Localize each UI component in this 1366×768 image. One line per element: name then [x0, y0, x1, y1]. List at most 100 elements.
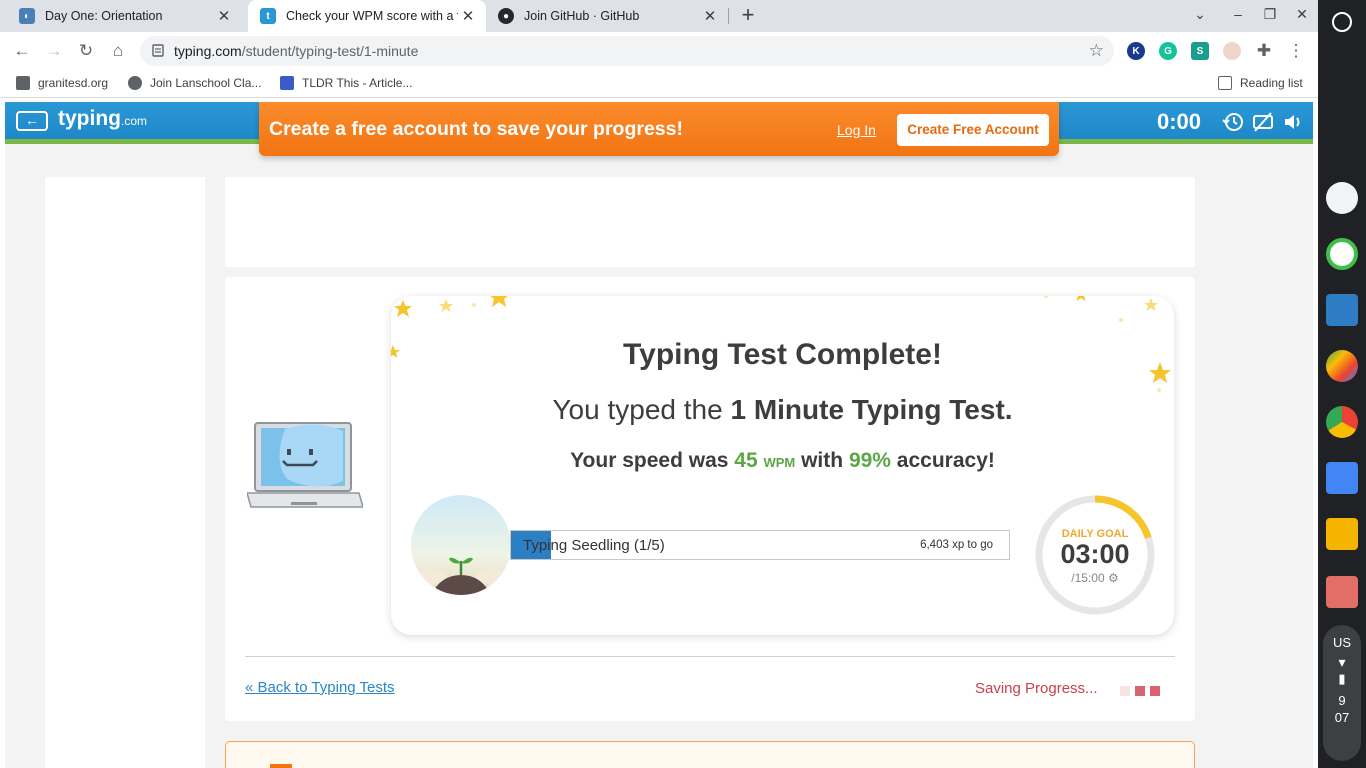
site-logo[interactable]: typing.com: [58, 107, 147, 131]
menu-kebab-icon[interactable]: ⋮: [1284, 39, 1308, 63]
extension-s-icon[interactable]: S: [1191, 42, 1209, 60]
bookmark-lanschool[interactable]: Join Lanschool Cla...: [128, 76, 261, 90]
bookmark-tldr[interactable]: TLDR This - Article...: [280, 76, 412, 90]
minimize-icon[interactable]: –: [1228, 6, 1248, 26]
extensions-puzzle-icon[interactable]: ✚: [1252, 39, 1276, 63]
with-text: with: [795, 449, 849, 472]
level-progress-bar: Typing Seedling (1/5) 6,403 xp to go: [510, 530, 1010, 560]
screen: ◐ Day One: Orientation ✕ t Check your WP…: [0, 0, 1366, 768]
wpm-value: 45: [734, 449, 758, 472]
keyboard-off-icon[interactable]: [1252, 111, 1274, 133]
bookmarks-bar: granitesd.org Join Lanschool Cla... TLDR…: [0, 70, 1318, 98]
restore-icon[interactable]: ❐: [1260, 6, 1280, 26]
app-play-store-icon[interactable]: [1326, 350, 1358, 382]
tab-close-icon[interactable]: ✕: [458, 7, 478, 25]
tldr-icon: [280, 76, 294, 90]
extension-tamper-icon[interactable]: [1223, 42, 1241, 60]
tab-label: Join GitHub · GitHub: [524, 9, 640, 23]
tab-label: Check your WPM score with a fre: [286, 9, 458, 23]
create-account-button[interactable]: Create Free Account: [897, 114, 1049, 146]
typed-prefix: You typed the: [552, 394, 731, 425]
address-bar[interactable]: typing.com/student/typing-test/1-minute …: [140, 36, 1114, 66]
daily-goal-time: 03:00: [1060, 539, 1130, 569]
tab-label: Day One: Orientation: [45, 9, 163, 23]
back-button[interactable]: ←: [16, 111, 48, 131]
new-tab-button[interactable]: +: [736, 4, 760, 28]
bookmark-label: Join Lanschool Cla...: [150, 76, 262, 90]
results-card: Typing Test Complete! You typed the 1 Mi…: [391, 296, 1174, 635]
xp-to-go: 6,403 xp to go: [920, 539, 993, 551]
volume-icon[interactable]: [1282, 111, 1304, 133]
reading-list-icon: [1218, 76, 1232, 90]
login-link[interactable]: Log In: [837, 122, 876, 138]
daily-goal-widget[interactable]: DAILY GOAL 03:00 /15:00 ⚙: [1033, 493, 1157, 617]
spinner-dot: [1120, 686, 1130, 696]
tab-typing-test[interactable]: t Check your WPM score with a fre ✕: [248, 0, 486, 32]
page-content: ← typing.com 0:00 Create a free account …: [5, 102, 1313, 768]
banner-text: Create a free account to save your progr…: [269, 118, 683, 140]
tab-orientation[interactable]: ◐ Day One: Orientation ✕: [0, 0, 242, 32]
app-x-icon[interactable]: [1326, 294, 1358, 326]
battery-icon: ▮: [1338, 671, 1346, 686]
locale-label: US: [1332, 635, 1352, 650]
tab-github[interactable]: ● Join GitHub · GitHub ✕: [490, 0, 728, 32]
forward-arrow-icon[interactable]: →: [42, 39, 66, 63]
reload-icon[interactable]: ↻: [74, 39, 98, 63]
back-arrow-icon[interactable]: ←: [10, 39, 34, 63]
tab-strip: ◐ Day One: Orientation ✕ t Check your WP…: [0, 0, 1318, 32]
settings-gear-icon[interactable]: ⚙: [1108, 571, 1119, 585]
results-panel: Typing Test Complete! You typed the 1 Mi…: [225, 277, 1195, 721]
system-shelf: US ▾ ▮ 9 07: [1318, 0, 1366, 768]
logo-text: typing: [58, 107, 121, 130]
level-name: Typing Seedling (1/5): [523, 537, 665, 554]
app-exit-icon[interactable]: [1326, 576, 1358, 608]
home-icon[interactable]: ⌂: [106, 39, 130, 63]
typing-favicon-icon: t: [260, 8, 276, 24]
tab-close-icon[interactable]: ✕: [214, 7, 234, 25]
tab-search-chevron-icon[interactable]: ⌄: [1190, 6, 1210, 26]
info-callout: [225, 741, 1195, 768]
tab-close-icon[interactable]: ✕: [700, 7, 720, 25]
reading-list-label: Reading list: [1240, 76, 1303, 90]
browser-toolbar: ← → ↻ ⌂ typing.com/student/typing-test/1…: [0, 32, 1318, 70]
left-panel: [45, 177, 205, 768]
launcher-icon[interactable]: [1332, 12, 1352, 32]
url-host: typing.com: [174, 43, 242, 59]
result-subtitle: You typed the 1 Minute Typing Test.: [391, 394, 1174, 426]
app-chrome-icon[interactable]: [1326, 406, 1358, 438]
goal-total-text: /15:00: [1071, 571, 1105, 585]
bookmark-granitesd[interactable]: granitesd.org: [16, 76, 108, 90]
url-text: typing.com/student/typing-test/1-minute: [174, 43, 418, 59]
globe-icon: [128, 76, 142, 90]
accuracy-suffix: accuracy!: [890, 449, 995, 472]
tab-separator: [728, 8, 729, 24]
status-tray[interactable]: US ▾ ▮ 9 07: [1323, 625, 1361, 761]
result-title: Typing Test Complete!: [623, 338, 942, 371]
ad-panel: [225, 177, 1195, 267]
folder-icon: [16, 76, 30, 90]
extension-grammarly-icon[interactable]: G: [1159, 42, 1177, 60]
app-slides-icon[interactable]: [1326, 518, 1358, 550]
results-divider: [245, 656, 1175, 657]
app-launcher-dots-icon[interactable]: [1326, 182, 1358, 214]
wifi-icon: ▾: [1338, 654, 1346, 670]
extension-k-icon[interactable]: K: [1127, 42, 1145, 60]
app-docs-icon[interactable]: [1326, 462, 1358, 494]
timer-display: 0:00: [1157, 109, 1202, 134]
saving-spinner: [1120, 683, 1165, 701]
result-stats: Your speed was 45 WPM with 99% accuracy!: [391, 449, 1174, 473]
site-info-icon[interactable]: [152, 44, 164, 57]
reading-list-button[interactable]: Reading list: [1218, 76, 1303, 90]
history-icon[interactable]: [1222, 111, 1244, 133]
signup-banner: Create a free account to save your progr…: [259, 102, 1059, 156]
wpm-unit: WPM: [763, 455, 796, 470]
app-timer-icon[interactable]: [1326, 238, 1358, 270]
url-path: /student/typing-test/1-minute: [241, 43, 419, 59]
bookmark-star-icon[interactable]: ☆: [1089, 41, 1104, 61]
daily-goal-total: /15:00 ⚙: [1033, 571, 1157, 585]
seedling-level-icon: [411, 495, 511, 595]
orientation-favicon-icon: ◐: [19, 8, 35, 24]
back-to-tests-link[interactable]: « Back to Typing Tests: [245, 679, 395, 696]
close-window-icon[interactable]: ✕: [1292, 6, 1312, 26]
browser-window: ◐ Day One: Orientation ✕ t Check your WP…: [0, 0, 1318, 768]
